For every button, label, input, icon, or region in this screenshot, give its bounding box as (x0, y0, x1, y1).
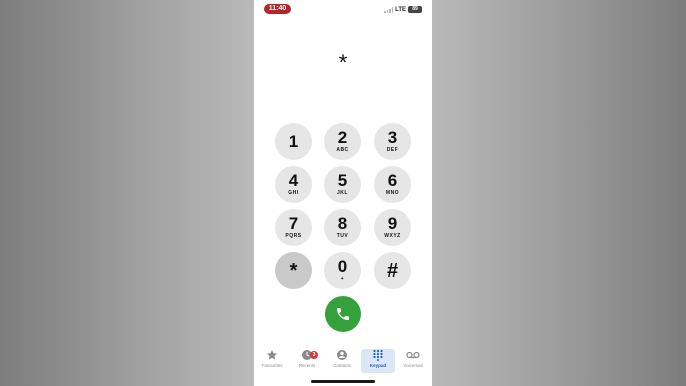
tab-recents[interactable]: 3 Recents (290, 349, 324, 373)
key-digit: * (289, 259, 298, 282)
key-6[interactable]: 6 MNO (374, 166, 411, 203)
tab-bar: Favourites 3 Recents Contacts Keypad Voi… (254, 346, 432, 378)
key-3[interactable]: 3 DEF (374, 123, 411, 160)
key-7[interactable]: 7 PQRS (275, 209, 312, 246)
key-digit: 3 (387, 128, 398, 147)
key-letters: + (340, 276, 345, 282)
tab-voicemail[interactable]: Voicemail (396, 349, 430, 373)
tab-label: Keypad (369, 363, 387, 368)
key-letters: ABC (336, 147, 349, 153)
key-letters: WXYZ (384, 233, 401, 239)
signal-icon (384, 6, 394, 13)
key-5[interactable]: 5 JKL (324, 166, 361, 203)
home-indicator[interactable] (311, 380, 375, 383)
key-letters: TUV (336, 233, 349, 239)
key-letters: MNO (385, 190, 400, 196)
voicemail-icon (406, 351, 420, 359)
key-1[interactable]: 1 (275, 123, 312, 160)
key-digit: 4 (288, 171, 299, 190)
tab-label: Contacts (333, 363, 351, 368)
background-right (432, 0, 686, 386)
key-8[interactable]: 8 TUV (324, 209, 361, 246)
network-type: LTE (395, 6, 406, 13)
battery-icon: 89 (408, 6, 422, 13)
key-letters: DEF (386, 147, 399, 153)
key-letters: JKL (337, 190, 348, 196)
key-digit: # (386, 259, 399, 282)
key-digit: 8 (337, 214, 348, 233)
dialed-number: * (338, 50, 348, 75)
phone-screen: 11:40 LTE 89 * 1 2 ABC 3 DEF 4 GHI 5 JKL… (254, 0, 432, 386)
status-time: 11:40 (264, 4, 291, 14)
key-letters: GHI (288, 190, 299, 196)
key-4[interactable]: 4 GHI (275, 166, 312, 203)
recents-badge: 3 (310, 351, 318, 359)
key-0[interactable]: 0 + (324, 252, 361, 289)
tab-label: Recents (298, 363, 316, 368)
tab-label: Favourites (261, 363, 283, 368)
key-digit: 0 (337, 257, 348, 276)
key-9[interactable]: 9 WXYZ (374, 209, 411, 246)
key-2[interactable]: 2 ABC (324, 123, 361, 160)
key-star[interactable]: * (275, 252, 312, 289)
tab-label: Voicemail (403, 363, 423, 368)
status-indicators: LTE 89 (384, 5, 422, 14)
key-letters: PQRS (285, 233, 302, 239)
key-hash[interactable]: # (374, 252, 411, 289)
person-icon (337, 350, 347, 360)
phone-icon (337, 308, 349, 320)
key-digit: 9 (387, 214, 398, 233)
key-digit: 5 (337, 171, 348, 190)
call-button[interactable] (325, 296, 361, 332)
tab-keypad[interactable]: Keypad (361, 349, 395, 373)
key-digit: 1 (288, 131, 299, 151)
key-digit: 7 (288, 214, 299, 233)
tab-contacts[interactable]: Contacts (325, 349, 359, 373)
background-left (0, 0, 254, 386)
keypad-icon (373, 349, 383, 361)
key-digit: 2 (337, 128, 348, 147)
tab-favourites[interactable]: Favourites (255, 349, 289, 373)
star-icon (267, 350, 277, 360)
key-digit: 6 (387, 171, 398, 190)
